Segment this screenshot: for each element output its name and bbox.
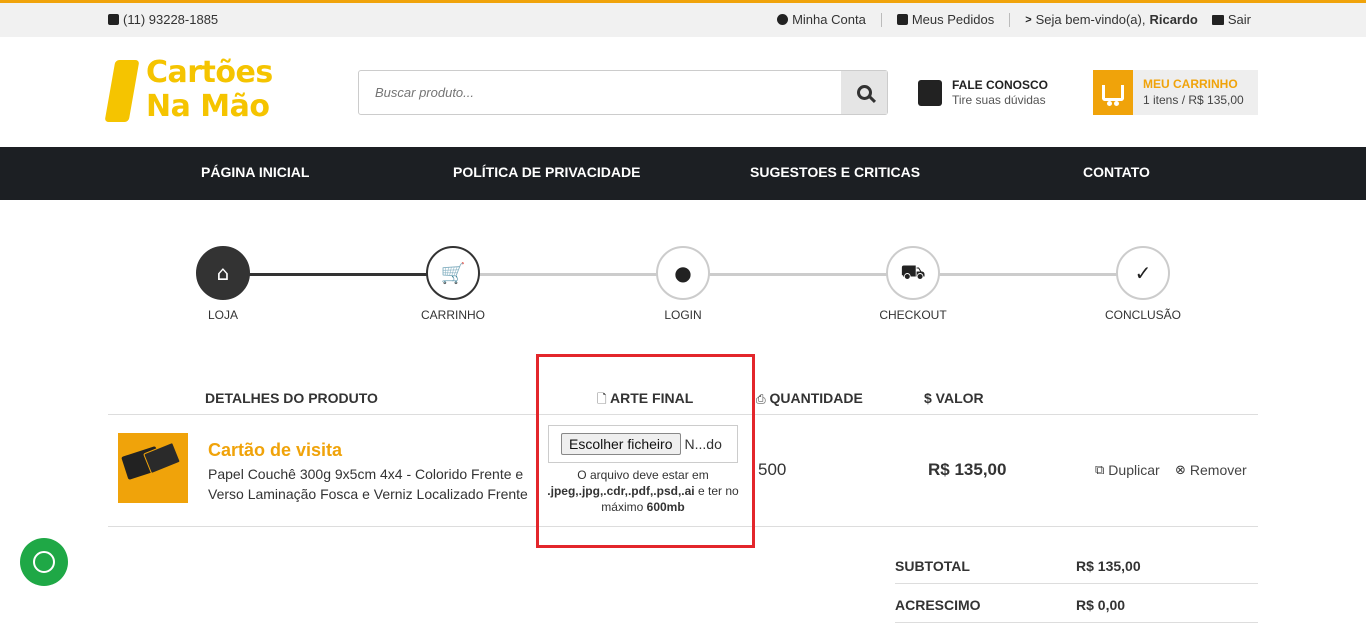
remove-label: Remover <box>1189 462 1247 478</box>
step-label: CHECKOUT <box>879 308 947 322</box>
user-icon: ● <box>674 261 692 285</box>
step-line-todo <box>453 273 1143 276</box>
contact-subtitle: Tire suas dúvidas <box>952 93 1046 107</box>
contact-title: FALE CONOSCO <box>952 78 1049 92</box>
search-bar <box>358 70 888 115</box>
main-nav: PÁGINA INICIAL POLÍTICA DE PRIVACIDADE S… <box>0 147 1366 200</box>
step-label: LOGIN <box>664 308 702 322</box>
step-conclusion: ✓ CONCLUSÃO <box>1083 246 1203 322</box>
step-cart: 🛒 CARRINHO <box>393 246 513 322</box>
header-qty: ⎙ QUANTIDADE <box>756 390 863 407</box>
my-orders-link[interactable]: Meus Pedidos <box>896 12 995 27</box>
search-input[interactable] <box>359 71 841 114</box>
header-details: DETALHES DO PRODUTO <box>205 390 378 406</box>
nav-item-suggestions[interactable]: SUGESTOES E CRITICAS <box>750 164 920 180</box>
step-checkout: ⛟ CHECKOUT <box>853 246 973 322</box>
header-qty-label: QUANTIDADE <box>769 390 863 406</box>
price-value: R$ 135,00 <box>928 460 1007 479</box>
checkout-steps: ⌂ LOJA 🛒 CARRINHO ● LOGIN ⛟ CHECKOUT ✓ C… <box>0 246 1366 326</box>
my-account-label: Minha Conta <box>792 12 866 27</box>
copy-icon: ⧉ <box>1095 462 1105 478</box>
subtotal-value: R$ 135,00 <box>1076 558 1141 574</box>
mini-cart[interactable]: MEU CARRINHO 1 itens / R$ 135,00 <box>1093 70 1258 115</box>
cart-icon: 🛒 <box>440 261 466 285</box>
quantity-value: 500 <box>758 460 787 479</box>
product-description: Papel Couchê 300g 9x5cm 4x4 - Colorido F… <box>208 466 528 502</box>
phone-info: (11) 93228-1885 <box>108 12 218 27</box>
surcharge-label: ACRESCIMO <box>895 597 981 613</box>
remove-button[interactable]: ⊗ Remover <box>1175 462 1247 478</box>
nav-item-home[interactable]: PÁGINA INICIAL <box>201 164 309 180</box>
nav-item-privacy[interactable]: POLÍTICA DE PRIVACIDADE <box>453 164 640 180</box>
surcharge-value: R$ 0,00 <box>1076 597 1126 613</box>
chevron-right-icon: > <box>1025 13 1032 26</box>
whatsapp-button[interactable] <box>20 538 68 586</box>
truck-icon: ⛟ <box>900 259 926 284</box>
whatsapp-icon <box>33 551 55 573</box>
user-circle-icon <box>777 14 789 25</box>
logout-link[interactable]: Sair <box>1211 12 1251 27</box>
step-label: LOJA <box>207 308 238 322</box>
welcome-label: Seja bem-vindo(a), <box>1035 12 1146 27</box>
search-icon <box>856 85 872 100</box>
home-icon: ⌂ <box>216 261 230 285</box>
logo-card-icon <box>104 60 140 122</box>
user-name: Ricardo <box>1149 12 1198 27</box>
cart-totals: SUBTOTAL R$ 135,00 ACRESCIMO R$ 0,00 <box>895 545 1258 623</box>
cart-title: MEU CARRINHO <box>1143 77 1238 91</box>
logo-line-2: Na Mão <box>146 89 270 124</box>
step-label: CARRINHO <box>420 308 485 322</box>
check-icon: ✓ <box>1134 261 1152 285</box>
header-value: $ VALOR <box>924 390 984 406</box>
surcharge-row: ACRESCIMO R$ 0,00 <box>895 584 1258 623</box>
duplicate-label: Duplicar <box>1108 462 1160 478</box>
nav-item-contact[interactable]: CONTATO <box>1083 164 1150 180</box>
logo[interactable]: Cartões Na Mão <box>104 55 288 128</box>
subtotal-row: SUBTOTAL R$ 135,00 <box>895 545 1258 584</box>
print-icon: ⎙ <box>756 392 766 406</box>
product-name[interactable]: Cartão de visita <box>208 440 342 461</box>
divider <box>880 12 882 27</box>
cart-summary: 1 itens / R$ 135,00 <box>1143 93 1244 107</box>
step-store: ⌂ LOJA <box>163 246 283 322</box>
my-account-link[interactable]: Minha Conta <box>777 12 866 27</box>
phone-icon <box>108 14 119 25</box>
cart-icon <box>1102 84 1124 106</box>
clipboard-icon <box>896 14 908 25</box>
step-login: ● LOGIN <box>623 246 743 322</box>
subtotal-label: SUBTOTAL <box>895 558 970 574</box>
product-thumbnail[interactable] <box>118 433 188 503</box>
divider <box>1009 12 1011 27</box>
sign-out-icon <box>1211 14 1224 25</box>
logo-line-1: Cartões <box>146 55 273 90</box>
contact-block[interactable]: FALE CONOSCO Tire suas dúvidas <box>918 78 1048 107</box>
top-bar: (11) 93228-1885 Minha Conta Meus Pedidos… <box>0 0 1366 37</box>
step-label: CONCLUSÃO <box>1104 308 1181 322</box>
search-button[interactable] <box>841 71 887 114</box>
logout-label: Sair <box>1227 12 1251 27</box>
times-circle-icon: ⊗ <box>1175 462 1186 478</box>
phone-number: (11) 93228-1885 <box>123 12 219 27</box>
phone-square-icon <box>918 79 942 106</box>
duplicate-button[interactable]: ⧉ Duplicar <box>1095 462 1160 478</box>
highlight-box <box>536 354 755 548</box>
my-orders-label: Meus Pedidos <box>911 12 995 27</box>
welcome-text: > Seja bem-vindo(a), Ricardo <box>1025 12 1198 27</box>
